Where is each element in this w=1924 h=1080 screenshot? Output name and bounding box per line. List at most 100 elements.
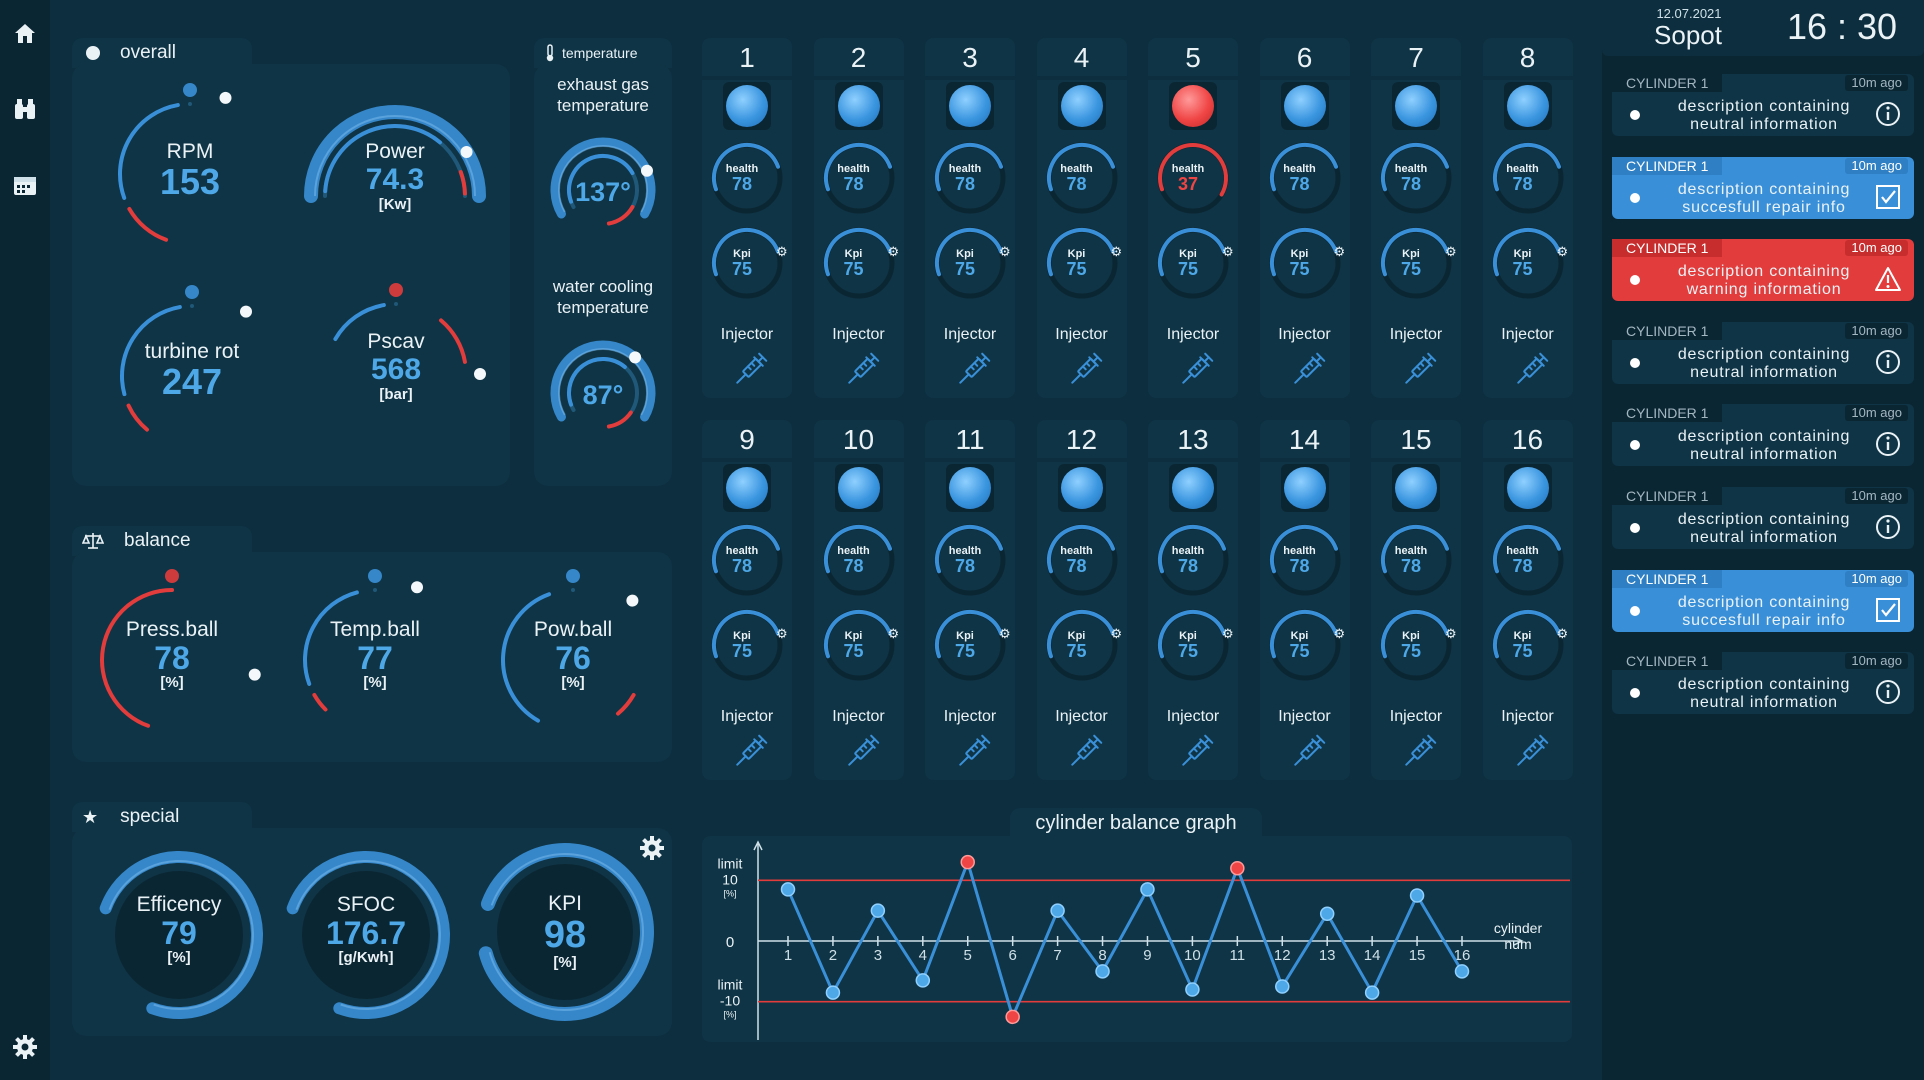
x-axis-label: cylinder [1494,920,1543,936]
injector-label: Injector [1166,326,1220,343]
alert-card[interactable]: CYLINDER 1 10m ago description containing w… [1612,239,1914,302]
kpi-settings-icon[interactable]: ⚙ [1445,626,1457,642]
injector-icon[interactable] [730,350,770,390]
status-indicator [1503,82,1552,130]
alert-card[interactable]: CYLINDER 1 10m ago description containing s… [1612,156,1914,219]
gauge-knob [626,594,639,607]
kpi-settings-icon[interactable]: ⚙ [1334,626,1346,642]
home-icon[interactable] [10,18,40,48]
data-point [1409,888,1425,903]
alert-card[interactable]: CYLINDER 1 10m ago description containing n… [1612,487,1914,549]
injector-icon[interactable] [1176,350,1216,390]
cylinder-card[interactable]: 11 health 78 Kpi 75 ⚙ Injector [925,420,1015,780]
status-light [1395,85,1437,127]
cylinder-card[interactable]: 9 health 78 Kpi 75 ⚙ Injector [702,420,792,780]
data-point [1185,982,1200,997]
cylinder-card[interactable]: 12 health 78 Kpi 75 ⚙ Injector [1036,420,1127,780]
alert-card[interactable]: CYLINDER 1 10m ago description containing s… [1612,569,1914,632]
kpi-gauge [478,843,654,1021]
cylinder-card[interactable]: 4 health 78 Kpi 75 ⚙ Injector [1036,38,1127,398]
info-icon[interactable] [1874,100,1902,128]
check-box-icon[interactable] [1874,183,1902,211]
health-gauge [1492,524,1563,596]
settings-icon[interactable] [10,1032,40,1062]
info-icon[interactable] [1874,430,1902,458]
injector-icon[interactable] [1288,350,1328,390]
injector-label: Injector [1278,326,1331,343]
kpi-settings-icon[interactable]: ⚙ [1334,244,1346,260]
alert-cylinder: CYLINDER 1 [1612,74,1723,92]
cylinder-number: 2 [850,42,867,73]
injector-icon[interactable] [1399,350,1439,390]
cylinder-card[interactable]: 7 health 78 Kpi 75 ⚙ Injector [1371,38,1461,398]
cylinder-card[interactable]: 5 health 37 Kpi 75 ⚙ Injector [1148,38,1238,398]
kpi-settings-icon[interactable]: ⚙ [1557,244,1569,260]
cylinder-card[interactable]: 15 health 78 Kpi 75 ⚙ Injector [1371,420,1461,780]
check-box-icon[interactable] [1874,596,1902,624]
cylinder-card[interactable]: 10 health 78 Kpi 75 ⚙ Injector [813,420,904,780]
kpi-settings-icon[interactable]: ⚙ [776,244,788,260]
binoculars-icon[interactable] [10,94,40,124]
injector-icon[interactable] [730,732,770,772]
alert-line-2: neutral information [1690,363,1838,381]
kpi-settings-icon[interactable]: ⚙ [999,244,1011,260]
injector-icon[interactable] [1288,732,1328,772]
kpi-settings-icon[interactable]: ⚙ [776,626,788,642]
cylinder-card[interactable]: 2 health 78 Kpi 75 ⚙ Injector [813,38,904,398]
efficency-gauge [99,851,263,1019]
calendar-icon[interactable] [10,170,40,200]
kpi-settings-icon[interactable]: ⚙ [888,244,900,260]
kpi-settings-icon[interactable]: ⚙ [1222,626,1234,642]
alert-line-1: description containing [1677,263,1851,281]
alert-cylinder: CYLINDER 1 [1612,569,1723,588]
alert-card[interactable]: CYLINDER 1 10m ago description containing n… [1612,404,1914,467]
alert-cylinder: CYLINDER 1 [1612,156,1723,175]
cylinder-card[interactable]: 6 health 78 Kpi 75 ⚙ Injector [1259,38,1350,398]
injector-icon[interactable] [1065,350,1105,390]
alert-description: description containing succesfull repair … [1664,594,1864,630]
gauge-knob [248,668,261,681]
info-icon[interactable] [1874,513,1902,541]
cylinder-card[interactable]: 1 health 78 Kpi 75 ⚙ Injector [702,38,792,398]
injector-icon[interactable] [1511,732,1551,772]
status-light [949,467,991,509]
status-light [1172,467,1214,509]
kpi-settings-icon[interactable]: ⚙ [1557,626,1569,642]
kpi-settings-icon[interactable]: ⚙ [888,626,900,642]
health-gauge [823,142,894,214]
injector-icon[interactable] [953,350,993,390]
alert-line-2: neutral information [1690,116,1838,133]
injector-label: Injector [832,326,885,343]
injector-icon[interactable] [842,732,882,772]
injector-icon[interactable] [1176,732,1216,772]
cylinder-number: 12 [1065,424,1098,455]
cylinder-card[interactable]: 8 health 78 Kpi 75 ⚙ Injector [1482,38,1573,398]
cylinder-card[interactable]: 14 health 78 Kpi 75 ⚙ Injector [1259,420,1350,780]
alert-card[interactable]: CYLINDER 1 10m ago description containing n… [1612,74,1914,136]
injector-icon[interactable] [1399,732,1439,772]
cylinder-card[interactable]: 16 health 78 Kpi 75 ⚙ Injector [1482,420,1573,780]
alert-card[interactable]: CYLINDER 1 10m ago description containing n… [1612,652,1914,715]
injector-icon[interactable] [1065,732,1105,772]
info-icon[interactable] [1874,348,1902,376]
injector-icon[interactable] [1511,350,1551,390]
warning-icon[interactable] [1874,265,1902,293]
info-icon[interactable] [1874,678,1902,706]
kpi-settings-icon[interactable]: ⚙ [999,626,1011,642]
injector-icon[interactable] [842,350,882,390]
injector-icon[interactable] [953,732,993,772]
x-tick-label: 11 [1230,947,1246,964]
alert-cylinder: CYLINDER 1 [1612,487,1723,505]
injector-label: Injector [943,708,997,725]
alert-time: 10m ago [1845,75,1908,91]
kpi-settings-icon[interactable]: ⚙ [1445,244,1457,260]
cylinder-card[interactable]: 13 health 78 Kpi 75 ⚙ Injector [1148,420,1238,780]
kpi-settings-icon[interactable]: ⚙ [1111,626,1123,642]
cylinder-card[interactable]: 3 health 78 Kpi 75 ⚙ Injector [925,38,1015,398]
status-indicator [1169,82,1217,130]
kpi-settings-icon[interactable]: ⚙ [1111,244,1123,260]
cylinder-number: 5 [1185,42,1201,73]
kpi-gauge [1157,609,1229,681]
kpi-settings-icon[interactable]: ⚙ [1222,244,1234,260]
alert-card[interactable]: CYLINDER 1 10m ago description containing n… [1612,321,1914,384]
